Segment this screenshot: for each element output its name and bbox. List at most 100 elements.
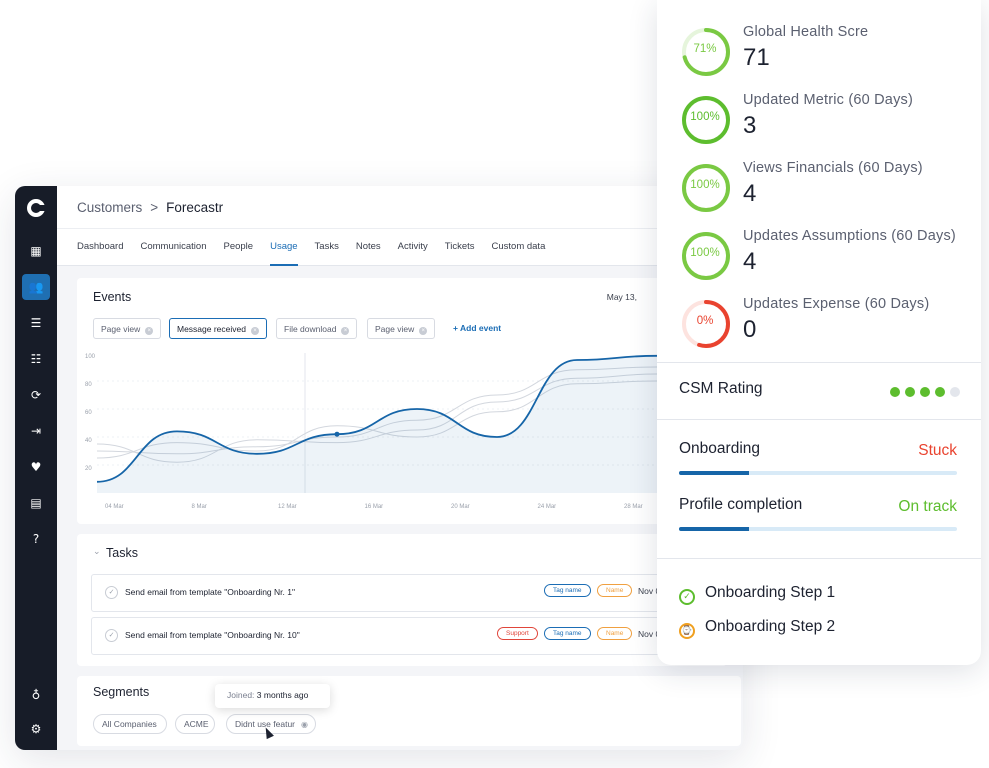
collapse-chevron-icon[interactable]: ⌄ xyxy=(93,546,101,557)
tooltip-label: Joined: xyxy=(227,690,255,700)
csm-rating-dot xyxy=(950,387,960,397)
health-metric: 100% Views Financials (60 Days) 4 xyxy=(681,160,981,216)
tab-activity[interactable]: Activity xyxy=(398,229,428,266)
progress-label: Profile completion xyxy=(679,496,803,513)
task-row[interactable]: ✓ Send email from template "Onboarding Nr… xyxy=(91,574,711,612)
task-tag: Name xyxy=(597,584,633,597)
joined-tooltip: Joined: 3 months ago xyxy=(215,684,330,708)
metric-value: 4 xyxy=(743,180,757,207)
tab-usage[interactable]: Usage xyxy=(270,229,298,266)
csm-rating-dot xyxy=(935,387,945,397)
breadcrumb-customers[interactable]: Customers xyxy=(77,200,142,215)
task-check-icon[interactable]: ✓ xyxy=(105,586,118,599)
event-filter-label: File download xyxy=(284,324,337,334)
tooltip-value: 3 months ago xyxy=(256,690,309,700)
divider xyxy=(657,558,981,559)
task-check-icon[interactable]: ✓ xyxy=(105,629,118,642)
lightbulb-icon[interactable]: ♁ xyxy=(22,682,50,708)
segments-title: Segments xyxy=(93,685,150,699)
remove-filter-icon[interactable]: × xyxy=(250,327,259,335)
segment-pill[interactable]: All Companies xyxy=(93,714,167,734)
tab-communication[interactable]: Communication xyxy=(140,229,206,266)
task-tag: Tag name xyxy=(544,627,591,640)
y-tick-label: 20 xyxy=(85,466,92,472)
health-heart-icon[interactable]: ♥ xyxy=(22,454,50,480)
breadcrumb-separator: > xyxy=(150,200,159,215)
customer-app-window: ▦ 👥 ☰ ☷ ⟳ ⇥ ♥ ▤ ? ♁ ⚙ Customers > Forecast… xyxy=(15,186,743,750)
hierarchy-icon[interactable]: ☷ xyxy=(22,346,50,372)
date-range[interactable]: May 13, xyxy=(607,292,637,302)
step-label: Onboarding Step 1 xyxy=(705,584,836,601)
metric-value: 0 xyxy=(743,316,757,343)
metric-percent: 0% xyxy=(696,315,714,327)
dashboard-icon[interactable]: ▦ xyxy=(22,238,50,264)
metric-percent: 100% xyxy=(690,247,720,259)
divider xyxy=(657,362,981,363)
breadcrumb-current: Forecastr xyxy=(166,200,224,215)
health-metric: 71% Global Health Scre 71 xyxy=(681,24,981,80)
remove-filter-icon[interactable]: × xyxy=(341,327,350,335)
remove-filter-icon[interactable]: × xyxy=(419,327,428,335)
segment-pill[interactable]: ACME xyxy=(175,714,215,734)
data-point[interactable] xyxy=(334,431,340,437)
segment-label: All Companies xyxy=(102,719,157,729)
csm-rating-label: CSM Rating xyxy=(679,380,763,397)
tab-notes[interactable]: Notes xyxy=(356,229,381,266)
tab-tasks[interactable]: Tasks xyxy=(315,229,339,266)
metric-percent: 71% xyxy=(693,43,717,55)
settings-gear-icon[interactable]: ⚙ xyxy=(22,716,50,742)
sync-icon[interactable]: ⟳ xyxy=(22,382,50,408)
metric-percent: 100% xyxy=(690,111,720,123)
metric-percent: 100% xyxy=(690,179,720,191)
add-event-button[interactable]: + Add event xyxy=(453,323,501,333)
task-tag: Tag name xyxy=(544,584,591,597)
onboarding-step[interactable]: ✓ Onboarding Step 1 xyxy=(679,584,835,605)
app-logo xyxy=(27,199,45,217)
events-card: Events May 13, Page view × Message receive… xyxy=(77,278,727,524)
progress-bar-fill xyxy=(679,527,749,531)
help-cycle-icon[interactable]: ? xyxy=(22,526,50,552)
event-filter-chip[interactable]: Page view × xyxy=(367,318,436,339)
task-row[interactable]: ✓ Send email from template "Onboarding Nr… xyxy=(91,617,711,655)
customers-icon[interactable]: 👥 xyxy=(22,274,50,300)
event-filter-chip[interactable]: File download × xyxy=(276,318,358,339)
segment-label: ACME xyxy=(184,719,209,729)
login-icon[interactable]: ⇥ xyxy=(22,418,50,444)
y-tick-label: 100 xyxy=(85,354,96,360)
task-tag: Name xyxy=(597,627,633,640)
event-filter-chip[interactable]: Page view × xyxy=(93,318,162,339)
csm-rating-dot xyxy=(905,387,915,397)
event-filter-chip[interactable]: Message received × xyxy=(169,318,267,339)
y-tick-label: 80 xyxy=(85,382,92,388)
y-tick-label: 60 xyxy=(85,410,92,416)
list-icon[interactable]: ☰ xyxy=(22,310,50,336)
tab-dashboard[interactable]: Dashboard xyxy=(77,229,123,266)
health-panel: 71% Global Health Scre 71 100% Updated Metri… xyxy=(657,0,981,665)
progress-bar-fill xyxy=(679,471,749,475)
calculator-icon[interactable]: ▤ xyxy=(22,490,50,516)
eye-icon[interactable]: ◉ xyxy=(301,720,308,729)
progress-label: Onboarding xyxy=(679,440,761,457)
metric-value: 3 xyxy=(743,112,757,139)
main-area: Customers > Forecastr Dashboard Communicati… xyxy=(57,186,743,750)
progress-status: Stuck xyxy=(918,442,957,459)
onboarding-step[interactable]: ⌚ Onboarding Step 2 xyxy=(679,618,835,639)
progress-bar xyxy=(679,527,957,531)
csm-rating-dot xyxy=(890,387,900,397)
metric-name: Updated Metric (60 Days) xyxy=(743,92,913,108)
metric-value: 4 xyxy=(743,248,757,275)
metric-name: Global Health Scre xyxy=(743,24,869,40)
task-text: Send email from template "Onboarding Nr.… xyxy=(125,587,295,597)
tab-tickets[interactable]: Tickets xyxy=(445,229,475,266)
tasks-title: Tasks xyxy=(106,546,138,560)
event-filter-label: Page view xyxy=(101,324,141,334)
tab-custom-data[interactable]: Custom data xyxy=(492,229,546,266)
tab-people[interactable]: People xyxy=(223,229,253,266)
events-chart xyxy=(96,353,658,493)
step-label: Onboarding Step 2 xyxy=(705,618,836,635)
remove-filter-icon[interactable]: × xyxy=(145,327,154,335)
health-metric: 0% Updates Expense (60 Days) 0 xyxy=(681,296,981,352)
clock-pending-icon: ⌚ xyxy=(679,623,695,639)
task-text: Send email from template "Onboarding Nr.… xyxy=(125,630,300,640)
nav-rail: ▦ 👥 ☰ ☷ ⟳ ⇥ ♥ ▤ ? ♁ ⚙ xyxy=(15,186,57,750)
